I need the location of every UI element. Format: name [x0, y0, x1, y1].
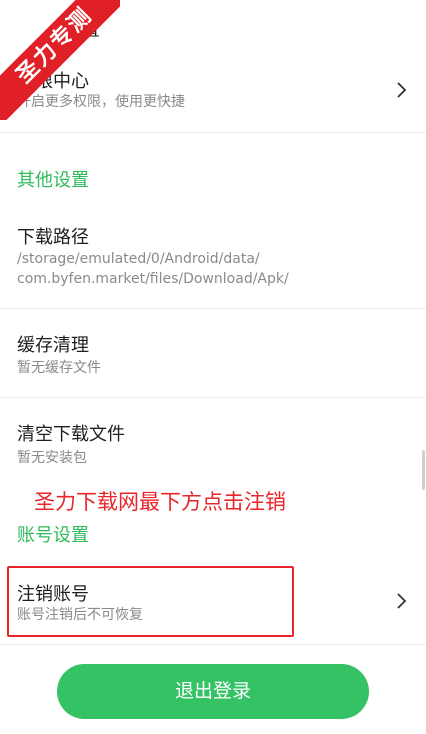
chevron-right-icon — [396, 82, 408, 98]
cache-clean-title: 缓存清理 — [17, 335, 89, 356]
section-other-settings: 其他设置 — [17, 170, 89, 191]
watermark-text: 圣力专测 — [0, 0, 120, 120]
annotation-highlight-box — [7, 566, 294, 637]
annotation-text: 圣力下载网最下方点击注销 — [34, 490, 286, 514]
scrollbar[interactable] — [422, 450, 425, 490]
section-account-settings: 账号设置 — [17, 525, 89, 546]
clear-downloads-title: 清空下载文件 — [17, 424, 125, 445]
chevron-right-icon — [396, 593, 408, 609]
download-path-row[interactable]: 下载路径 /storage/emulated/0/Android/data/ c… — [0, 210, 426, 308]
divider — [0, 132, 426, 133]
download-path-line2: com.byfen.market/files/Download/Apk/ — [17, 271, 289, 287]
watermark-ribbon: 圣力专测 — [0, 0, 120, 120]
logout-button[interactable]: 退出登录 — [57, 664, 369, 719]
divider — [0, 644, 426, 645]
clear-downloads-subtitle: 暂无安装包 — [17, 450, 87, 466]
clear-downloads-row[interactable]: 清空下载文件 暂无安装包 — [0, 398, 426, 482]
download-path-line1: /storage/emulated/0/Android/data/ — [17, 251, 260, 267]
cache-clean-row[interactable]: 缓存清理 暂无缓存文件 — [0, 309, 426, 397]
cache-clean-subtitle: 暂无缓存文件 — [17, 360, 101, 376]
download-path-title: 下载路径 — [17, 227, 89, 248]
